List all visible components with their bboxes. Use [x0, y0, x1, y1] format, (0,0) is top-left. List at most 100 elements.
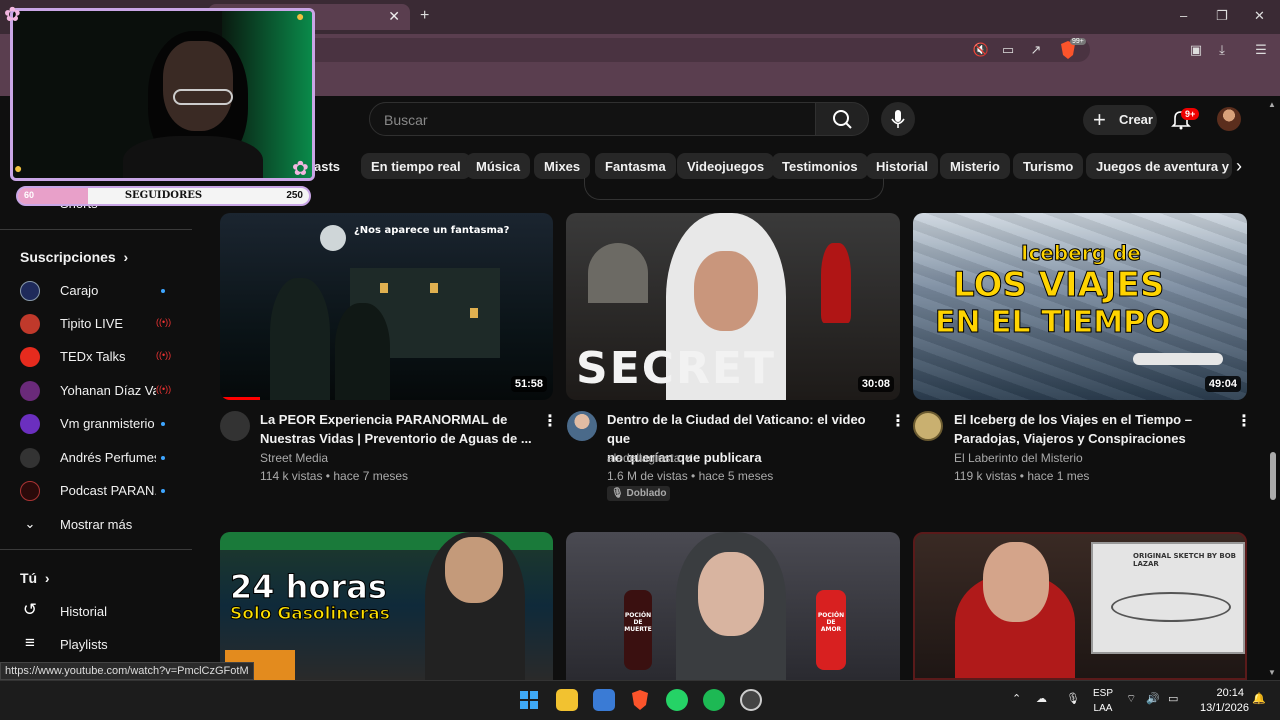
- sidebar-item-andres-perfumes[interactable]: Andrés Perfumes: [0, 440, 192, 474]
- subscriptions-heading[interactable]: Suscripciones ›: [20, 249, 128, 265]
- sidebar-item-podcast-paranormal[interactable]: Podcast PARAN...: [0, 473, 192, 507]
- video-title[interactable]: La PEOR Experiencia PARANORMAL de Nuestra…: [260, 410, 535, 448]
- sidebar-item-vm-granmisterio[interactable]: Vm granmisterio: [0, 406, 192, 440]
- file-explorer-icon[interactable]: [556, 689, 578, 711]
- share-icon[interactable]: ↗: [1027, 41, 1045, 59]
- whatsapp-icon[interactable]: [666, 689, 688, 711]
- chevron-right-icon[interactable]: ›: [1236, 156, 1242, 177]
- create-button[interactable]: + Crear: [1083, 105, 1157, 135]
- channel-name[interactable]: El Laberinto del Misterio: [954, 451, 1083, 465]
- brave-browser-icon[interactable]: [629, 689, 651, 711]
- more-options-icon[interactable]: ⋮: [1236, 411, 1252, 431]
- video-thumbnail[interactable]: 24 horas Solo Gasolineras: [220, 532, 553, 680]
- channel-avatar[interactable]: [220, 411, 250, 441]
- minimize-button[interactable]: –: [1180, 8, 1187, 23]
- sidebar-item-tedx-talks[interactable]: TEDx Talks ((•)): [0, 339, 192, 373]
- volume-icon[interactable]: 🔊: [1146, 692, 1160, 705]
- channel-avatar[interactable]: [913, 411, 943, 441]
- store-icon[interactable]: [593, 689, 615, 711]
- search-input[interactable]: Buscar: [369, 102, 817, 136]
- more-options-icon[interactable]: ⋮: [890, 411, 906, 431]
- thumbnail-caption: SECRET: [576, 343, 776, 394]
- search-icon: [833, 110, 852, 129]
- followers-goal: 250: [286, 190, 303, 201]
- windows-start-icon[interactable]: [518, 689, 540, 711]
- chip-testimonios[interactable]: Testimonios: [772, 153, 868, 179]
- sidebar-item-label: TEDx Talks: [60, 349, 126, 364]
- sidebar-item-historial[interactable]: ↺ Historial: [0, 594, 192, 628]
- cardinal-shape: [821, 243, 851, 323]
- sidebar-item-yohanan-diaz[interactable]: Yohanan Díaz Va... ((•)): [0, 373, 192, 407]
- sidebar-item-tipito-live[interactable]: Tipito LIVE ((•)): [0, 306, 192, 340]
- chevron-right-icon: ›: [41, 570, 50, 586]
- mute-icon[interactable]: 🔇: [972, 41, 990, 59]
- video-thumbnail[interactable]: Iceberg de LOS VIAJES EN EL TIEMPO 49:04: [913, 213, 1247, 400]
- obs-icon[interactable]: [740, 689, 762, 711]
- video-meta: 114 k vistas • hace 7 meses: [260, 469, 409, 483]
- language-indicator[interactable]: ESP LAA: [1092, 686, 1114, 716]
- menu-icon[interactable]: ☰: [1252, 41, 1270, 59]
- wifi-icon[interactable]: ⌔: [1126, 692, 1136, 706]
- moon-shape: [320, 225, 346, 251]
- maximize-button[interactable]: ❐: [1216, 8, 1228, 24]
- chip-historial[interactable]: Historial: [866, 153, 939, 179]
- spotify-icon[interactable]: [703, 689, 725, 711]
- video-title[interactable]: El Iceberg de los Viajes en el Tiempo – P…: [954, 410, 1229, 448]
- notification-center-icon[interactable]: 🔔: [1252, 692, 1266, 705]
- chip-videojuegos[interactable]: Videojuegos: [677, 153, 775, 179]
- watch-progress: [220, 397, 260, 400]
- new-content-dot: [161, 456, 165, 460]
- more-options-icon[interactable]: ⋮: [542, 411, 558, 431]
- account-avatar[interactable]: [1217, 107, 1241, 131]
- download-icon[interactable]: ⤓: [1213, 41, 1231, 59]
- sidebar-item-label: Vm granmisterio: [60, 416, 155, 431]
- thumbnail-caption: POCIÓN DE MUERTE: [624, 612, 652, 633]
- chip-fantasma[interactable]: Fantasma: [595, 153, 676, 179]
- chip-misterio[interactable]: Misterio: [940, 153, 1010, 179]
- tab-close-icon[interactable]: ✕: [388, 8, 400, 25]
- create-label: Crear: [1119, 112, 1153, 127]
- video-thumbnail[interactable]: ORIGINAL SKETCH BY BOB LAZAR: [913, 532, 1247, 680]
- chip-musica[interactable]: Música: [466, 153, 531, 179]
- subscriptions-heading-label: Suscripciones: [20, 249, 116, 265]
- search-button[interactable]: [815, 102, 869, 136]
- bee-icon: ●: [14, 160, 23, 176]
- you-heading[interactable]: Tú ›: [20, 570, 50, 586]
- chip-juegos-aventura[interactable]: Juegos de aventura y acci: [1086, 153, 1232, 179]
- followers-label: SEGUIDORES: [124, 190, 203, 201]
- page-scrollbar[interactable]: [1270, 452, 1276, 500]
- cast-icon[interactable]: ▭: [999, 41, 1017, 59]
- channel-name[interactable]: Street Media: [260, 451, 328, 465]
- channel-avatar[interactable]: [567, 411, 597, 441]
- sidebar-item-carajo[interactable]: Carajo: [0, 273, 192, 307]
- video-thumbnail[interactable]: POCIÓN DE MUERTE POCIÓN DE AMOR: [566, 532, 900, 680]
- bookmark-icon[interactable]: ▣: [1187, 41, 1205, 59]
- thumbnail-caption: 24 horas: [230, 568, 388, 607]
- close-window-button[interactable]: ✕: [1254, 8, 1265, 24]
- microphone-tray-icon[interactable]: 🎙: [1066, 692, 1080, 705]
- face-shape: [163, 41, 233, 131]
- channel-avatar: [20, 481, 40, 501]
- chevron-up-icon[interactable]: ⌃: [1012, 692, 1021, 705]
- video-thumbnail[interactable]: ¿Nos aparece un fantasma? 51:58: [220, 213, 553, 400]
- cloud-icon[interactable]: ☁: [1036, 692, 1047, 705]
- show-more-label: Mostrar más: [60, 517, 133, 532]
- sidebar-item-playlists[interactable]: ≡ Playlists: [0, 627, 192, 661]
- chip-en-tiempo-real[interactable]: En tiempo real: [361, 153, 471, 179]
- system-clock[interactable]: 20:14 13/1/2026: [1200, 686, 1249, 716]
- video-thumbnail[interactable]: SECRET 30:08: [566, 213, 900, 400]
- thumbnail-caption: EN EL TIEMPO: [935, 305, 1172, 341]
- voice-search-button[interactable]: [881, 102, 915, 136]
- new-tab-button[interactable]: +: [420, 7, 429, 25]
- chip-mixes[interactable]: Mixes: [534, 153, 591, 179]
- plus-icon: +: [1093, 107, 1106, 132]
- scroll-up-icon[interactable]: ▲: [1268, 100, 1276, 109]
- scroll-down-icon[interactable]: ▼: [1268, 668, 1276, 677]
- sidebar-show-more[interactable]: ⌄ Mostrar más: [0, 507, 192, 541]
- face-shape: [694, 251, 758, 331]
- chip-turismo[interactable]: Turismo: [1013, 153, 1084, 179]
- battery-icon[interactable]: ▭: [1168, 692, 1178, 705]
- dome-shape: [588, 243, 648, 303]
- channel-name[interactable]: aledellagiusta ✔: [607, 451, 694, 465]
- dubbed-badge-label: Doblado: [626, 488, 667, 499]
